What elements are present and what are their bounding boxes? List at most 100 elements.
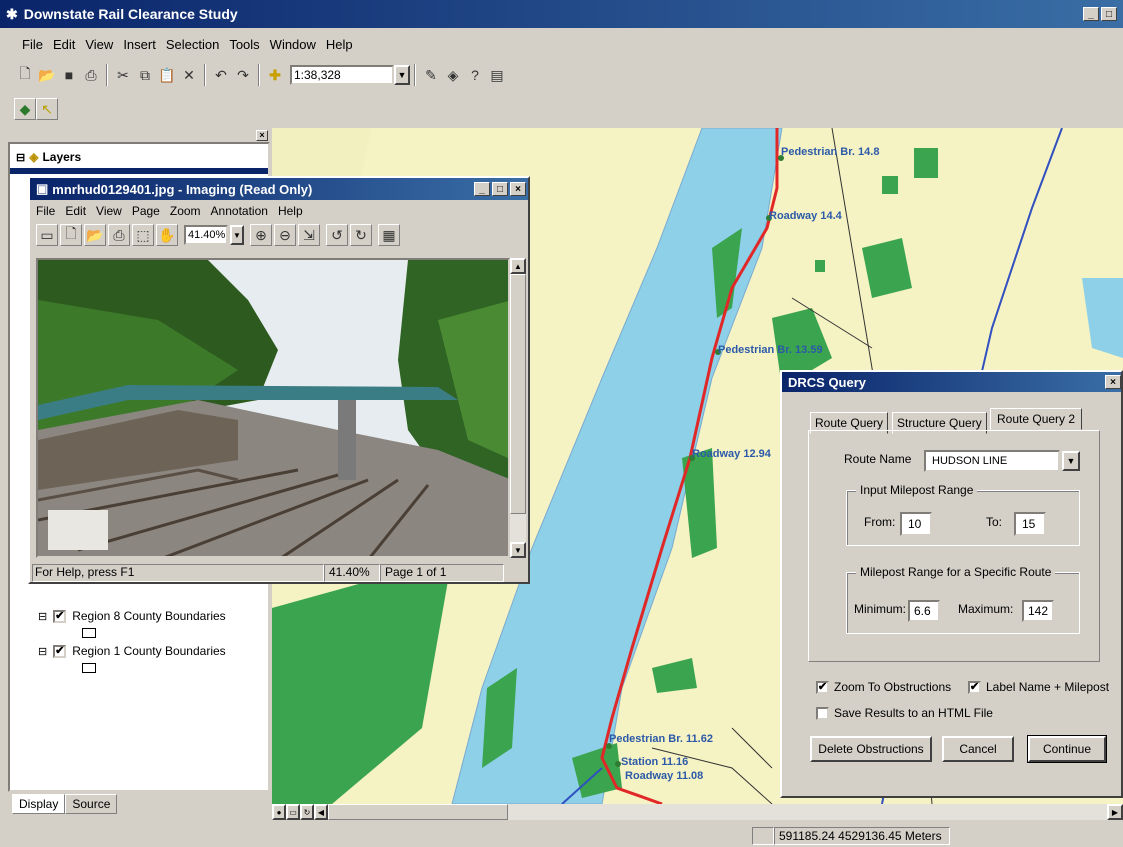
undo-icon[interactable]: ↶: [210, 64, 232, 86]
scale-input[interactable]: 1:38,328: [290, 65, 394, 85]
tab-source[interactable]: Source: [65, 794, 118, 814]
zoom-input[interactable]: 41.40%: [184, 225, 228, 245]
scroll-thumb[interactable]: [510, 274, 526, 514]
app-statusbar: 591185.24 4529136.45 Meters: [0, 824, 1123, 847]
imaging-close-button[interactable]: ×: [510, 182, 526, 196]
select-tool-icon[interactable]: ↖: [36, 98, 58, 120]
zoom-out-icon[interactable]: ⊖: [274, 224, 296, 246]
delete-icon[interactable]: ✕: [178, 64, 200, 86]
label-name-milepost-option[interactable]: ✔ Label Name + Milepost: [968, 680, 1109, 694]
scan-icon[interactable]: ▭: [36, 224, 58, 246]
zoom-obstructions-option[interactable]: ✔ Zoom To Obstructions: [816, 680, 951, 694]
rotate-right-icon[interactable]: ↻: [350, 224, 372, 246]
imaging-vertical-scrollbar[interactable]: ▲ ▼: [510, 258, 526, 558]
redo-icon[interactable]: ↷: [232, 64, 254, 86]
layout-view-icon[interactable]: ▭: [286, 804, 300, 820]
to-input[interactable]: 15: [1014, 512, 1046, 536]
layer-checkbox[interactable]: ✔: [53, 609, 67, 623]
from-input[interactable]: 10: [900, 512, 932, 536]
open-icon[interactable]: 📂: [36, 64, 58, 86]
menu-selection[interactable]: Selection: [166, 37, 219, 52]
open-icon[interactable]: 📂: [84, 224, 106, 246]
maximum-input[interactable]: 142: [1022, 600, 1054, 622]
zoom-dropdown-icon[interactable]: ▼: [230, 225, 244, 245]
collapse-icon[interactable]: ⊟: [38, 645, 47, 658]
layer-tool-icon[interactable]: ◆: [14, 98, 36, 120]
status-help: For Help, press F1: [32, 564, 324, 582]
imaging-menu-file[interactable]: File: [36, 204, 55, 218]
scroll-right-icon[interactable]: ▶: [1107, 804, 1123, 820]
imaging-menu-zoom[interactable]: Zoom: [170, 204, 201, 218]
dialog-title-bar: DRCS Query ×: [782, 372, 1121, 392]
zoom-in-icon[interactable]: ⊕: [250, 224, 272, 246]
imaging-menu-help[interactable]: Help: [278, 204, 303, 218]
minimize-button[interactable]: _: [1083, 7, 1099, 21]
select-region-icon[interactable]: ⬚: [132, 224, 154, 246]
route-name-select[interactable]: HUDSON LINE: [924, 450, 1060, 472]
new-page-icon[interactable]: 🗋: [60, 224, 82, 246]
cut-icon[interactable]: ✂: [112, 64, 134, 86]
menu-insert[interactable]: Insert: [123, 37, 156, 52]
copy-icon[interactable]: ⧉: [134, 64, 156, 86]
drcs-query-dialog: DRCS Query × Route Query Structure Query…: [780, 370, 1123, 798]
layer-symbol: [82, 628, 96, 638]
scroll-up-icon[interactable]: ▲: [510, 258, 526, 274]
minimum-input[interactable]: 6.6: [908, 600, 940, 622]
print-icon[interactable]: ⎙: [80, 64, 102, 86]
status-zoom: 41.40%: [324, 564, 380, 582]
dialog-close-button[interactable]: ×: [1105, 375, 1121, 389]
collapse-icon[interactable]: ⊟: [38, 610, 47, 623]
paste-icon[interactable]: 📋: [156, 64, 178, 86]
custom-toolbar: ◆ ↖: [0, 94, 100, 124]
menu-window[interactable]: Window: [270, 37, 316, 52]
thumbnail-icon[interactable]: ▦: [378, 224, 400, 246]
data-view-icon[interactable]: ●: [272, 804, 286, 820]
menu-file[interactable]: File: [22, 37, 43, 52]
route-dropdown-icon[interactable]: ▼: [1062, 451, 1080, 471]
imaging-menu-page[interactable]: Page: [132, 204, 160, 218]
whats-this-icon[interactable]: ?: [464, 64, 486, 86]
menu-edit[interactable]: Edit: [53, 37, 75, 52]
print-icon[interactable]: ⎙: [108, 224, 130, 246]
layer-row[interactable]: ⊟ ✔ Region 1 County Boundaries: [38, 644, 226, 658]
scale-dropdown-icon[interactable]: ▼: [394, 65, 410, 85]
pan-hand-icon[interactable]: ✋: [156, 224, 178, 246]
tab-route-query-2[interactable]: Route Query 2: [990, 408, 1083, 430]
menu-tools[interactable]: Tools: [229, 37, 259, 52]
delete-obstructions-button[interactable]: Delete Obstructions: [810, 736, 932, 762]
layer-row[interactable]: ⊟ ✔ Region 8 County Boundaries: [38, 609, 226, 623]
imaging-minimize-button[interactable]: _: [474, 182, 490, 196]
imaging-maximize-button[interactable]: □: [492, 182, 508, 196]
map-horizontal-scrollbar[interactable]: ● ▭ ↻ ◀ ▶: [272, 804, 1123, 820]
rotate-left-icon[interactable]: ↺: [326, 224, 348, 246]
save-icon[interactable]: ■: [58, 64, 80, 86]
continue-button[interactable]: Continue: [1027, 735, 1107, 763]
status-coordinates: 591185.24 4529136.45 Meters: [774, 826, 950, 845]
zoom-obstructions-checkbox[interactable]: ✔: [816, 680, 829, 694]
label-name-milepost-checkbox[interactable]: ✔: [968, 680, 981, 694]
save-html-checkbox[interactable]: [816, 706, 829, 720]
menu-help[interactable]: Help: [326, 37, 353, 52]
imaging-menu-view[interactable]: View: [96, 204, 122, 218]
arctoolbox-icon[interactable]: ◈: [442, 64, 464, 86]
add-data-icon[interactable]: ✚: [264, 64, 286, 86]
scroll-down-icon[interactable]: ▼: [510, 542, 526, 558]
menu-view[interactable]: View: [85, 37, 113, 52]
map-label: Roadway 11.08: [625, 770, 704, 782]
map-scroll-thumb[interactable]: [328, 804, 508, 820]
new-icon[interactable]: 🗋: [14, 64, 36, 86]
scroll-left-icon[interactable]: ◀: [314, 804, 328, 820]
imaging-menu-edit[interactable]: Edit: [65, 204, 86, 218]
maximize-button[interactable]: □: [1101, 7, 1117, 21]
save-html-option[interactable]: Save Results to an HTML File: [816, 706, 993, 720]
cancel-button[interactable]: Cancel: [942, 736, 1014, 762]
imaging-menu-annotation[interactable]: Annotation: [211, 204, 268, 218]
arccatalog-icon[interactable]: ▤: [486, 64, 508, 86]
layer-checkbox[interactable]: ✔: [53, 644, 67, 658]
refresh-icon[interactable]: ↻: [300, 804, 314, 820]
tab-display[interactable]: Display: [12, 794, 66, 814]
toc-close-button[interactable]: ×: [256, 129, 268, 141]
collapse-icon[interactable]: ⊟: [16, 151, 25, 164]
editor-icon[interactable]: ✎: [420, 64, 442, 86]
fit-icon[interactable]: ⇲: [298, 224, 320, 246]
